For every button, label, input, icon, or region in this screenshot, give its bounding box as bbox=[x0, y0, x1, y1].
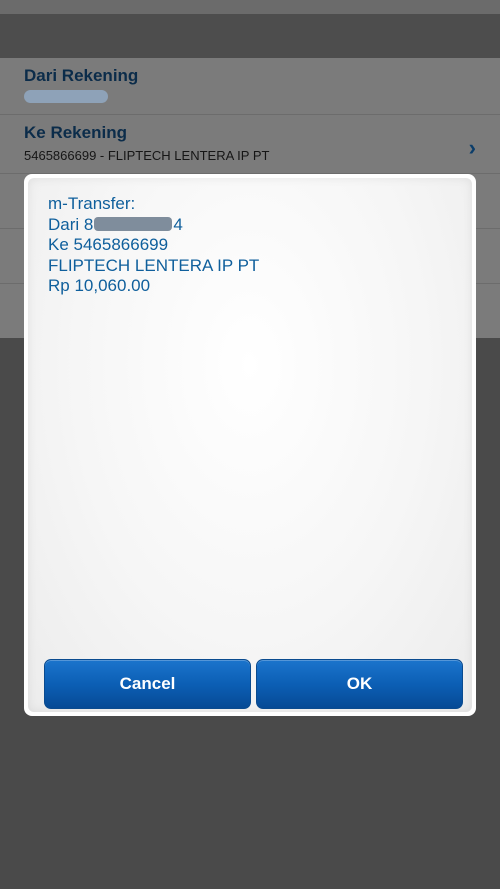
from-suffix: 4 bbox=[173, 214, 183, 234]
redacted-account-number bbox=[94, 216, 173, 231]
to-account-value: 5465866699 - FLIPTECH LENTERA IP PT bbox=[24, 148, 270, 163]
transfer-summary: m-Transfer: Dari 8 4 Ke 5465866699 FLIPTE… bbox=[48, 194, 259, 297]
message-amount-line: Rp 10,060.00 bbox=[48, 276, 151, 295]
to-account-row[interactable]: Ke Rekening 5465866699 - FLIPTECH LENTER… bbox=[0, 115, 500, 174]
message-title: m-Transfer: bbox=[48, 194, 136, 213]
confirmation-dialog: m-Transfer: Dari 8 4 Ke 5465866699 FLIPTE… bbox=[24, 174, 476, 716]
message-name-line: FLIPTECH LENTERA IP PT bbox=[48, 255, 260, 275]
ok-button[interactable]: OK bbox=[256, 659, 463, 709]
from-account-label: Dari Rekening bbox=[24, 66, 139, 85]
masked-account-number bbox=[24, 90, 108, 103]
cancel-button[interactable]: Cancel bbox=[44, 659, 251, 709]
dialog-body: m-Transfer: Dari 8 4 Ke 5465866699 FLIPTE… bbox=[28, 178, 472, 712]
message-from-line: Dari 8 4 bbox=[48, 215, 259, 236]
from-account-row[interactable]: Dari Rekening bbox=[0, 58, 500, 115]
status-bar bbox=[0, 0, 500, 14]
chevron-right-icon: › bbox=[468, 135, 476, 160]
from-prefix: Dari 8 bbox=[48, 214, 94, 234]
navigation-bar bbox=[0, 14, 500, 58]
to-account-label: Ke Rekening bbox=[24, 123, 127, 142]
message-to-line: Ke 5465866699 bbox=[48, 235, 169, 254]
